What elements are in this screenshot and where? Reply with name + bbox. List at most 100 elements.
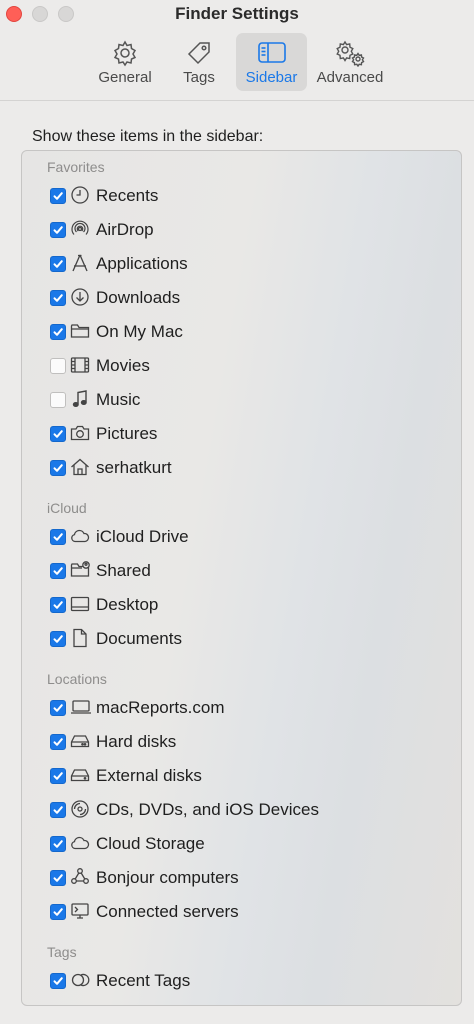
item-connected-servers[interactable]: Connected servers [48,899,448,925]
checkbox[interactable] [50,290,66,306]
clock-icon [70,185,90,205]
item-label: Shared [96,561,151,580]
item-shared[interactable]: Shared [48,558,448,584]
section-icloud: iCloud [47,500,87,516]
checkbox[interactable] [50,222,66,238]
music-note-icon [70,389,90,409]
item-label: On My Mac [96,322,183,341]
shared-folder-icon [70,560,90,580]
item-label: AirDrop [96,220,154,239]
checkbox[interactable] [50,904,66,920]
item-label: Applications [96,254,188,273]
item-label: Recents [96,186,159,205]
section-favorites: Favorites [47,159,105,175]
checkbox[interactable] [50,768,66,784]
item-home[interactable]: serhatkurt [48,455,448,481]
item-external-disks[interactable]: External disks [48,763,448,789]
item-icloud-drive[interactable]: iCloud Drive [48,524,448,550]
camera-icon [70,423,90,443]
tab-advanced[interactable]: Advanced [312,33,388,91]
item-label: Movies [96,356,150,375]
item-recents[interactable]: Recents [48,183,448,209]
checkbox[interactable] [50,631,66,647]
download-icon [70,287,90,307]
checkbox[interactable] [50,426,66,442]
checkbox[interactable] [50,529,66,545]
item-documents[interactable]: Documents [48,626,448,652]
item-label: Bonjour computers [96,868,239,887]
checkbox[interactable] [50,324,66,340]
section-tags: Tags [47,944,77,960]
hard-disk-icon [70,731,90,751]
item-airdrop[interactable]: AirDrop [48,217,448,243]
item-label: CDs, DVDs, and iOS Devices [96,800,319,819]
gear-icon [92,39,158,67]
applications-icon [70,253,90,273]
external-disk-icon [70,765,90,785]
cloud-icon [70,833,90,853]
laptop-icon [70,697,91,717]
document-icon [70,628,90,648]
item-pictures[interactable]: Pictures [48,421,448,447]
tab-label: Advanced [316,69,384,86]
item-label: Connected servers [96,902,239,921]
item-label: Downloads [96,288,181,307]
item-label: serhatkurt [96,458,172,477]
cloud-icon [70,526,90,546]
item-desktop[interactable]: Desktop [48,592,448,618]
item-label: Hard disks [96,732,177,751]
tab-sidebar[interactable]: Sidebar [236,33,307,91]
item-hard-disks[interactable]: Hard disks [48,729,448,755]
checkbox[interactable] [50,802,66,818]
sidebar-items-heading: Show these items in the sidebar: [32,128,264,145]
tab-tags[interactable]: Tags [174,33,224,91]
checkbox[interactable] [50,392,66,408]
title-bar: Finder Settings General Tags Sidebar Adv… [0,0,474,101]
checkbox[interactable] [50,734,66,750]
checkbox[interactable] [50,563,66,579]
item-label: Recent Tags [96,971,191,990]
item-label: iCloud Drive [96,527,189,546]
tag-icon [174,39,224,67]
item-label: Cloud Storage [96,834,205,853]
home-icon [70,457,90,477]
tab-label: Sidebar [245,69,298,86]
airdrop-icon [70,219,90,239]
item-movies[interactable]: Movies [48,353,448,379]
checkbox[interactable] [50,597,66,613]
folder-icon [70,321,90,341]
item-bonjour[interactable]: Bonjour computers [48,865,448,891]
item-recent-tags[interactable]: Recent Tags [48,968,448,994]
checkbox[interactable] [50,460,66,476]
item-label: Music [96,390,141,409]
film-icon [70,355,90,375]
tags-icon [70,970,90,990]
server-icon [70,901,90,921]
tab-label: Tags [183,69,215,86]
item-applications[interactable]: Applications [48,251,448,277]
checkbox[interactable] [50,256,66,272]
item-computer[interactable]: macReports.com [48,695,448,721]
checkbox[interactable] [50,870,66,886]
sidebar-items-panel: Favorites iCloud Locations Tags Recents … [21,150,462,1006]
item-downloads[interactable]: Downloads [48,285,448,311]
item-cds-dvds[interactable]: CDs, DVDs, and iOS Devices [48,797,448,823]
item-cloud-storage[interactable]: Cloud Storage [48,831,448,857]
checkbox[interactable] [50,358,66,374]
sidebar-icon [236,39,307,67]
item-label: Documents [96,629,182,648]
bonjour-icon [70,867,90,887]
checkbox[interactable] [50,188,66,204]
item-label: External disks [96,766,202,785]
section-locations: Locations [47,671,107,687]
checkbox[interactable] [50,836,66,852]
window-title: Finder Settings [175,4,299,23]
item-label: Pictures [96,424,158,443]
item-music[interactable]: Music [48,387,448,413]
checkbox[interactable] [50,700,66,716]
item-on-my-mac[interactable]: On My Mac [48,319,448,345]
checkbox[interactable] [50,973,66,989]
disc-icon [70,799,90,819]
item-label: macReports.com [96,698,225,717]
tab-general[interactable]: General [92,33,158,91]
